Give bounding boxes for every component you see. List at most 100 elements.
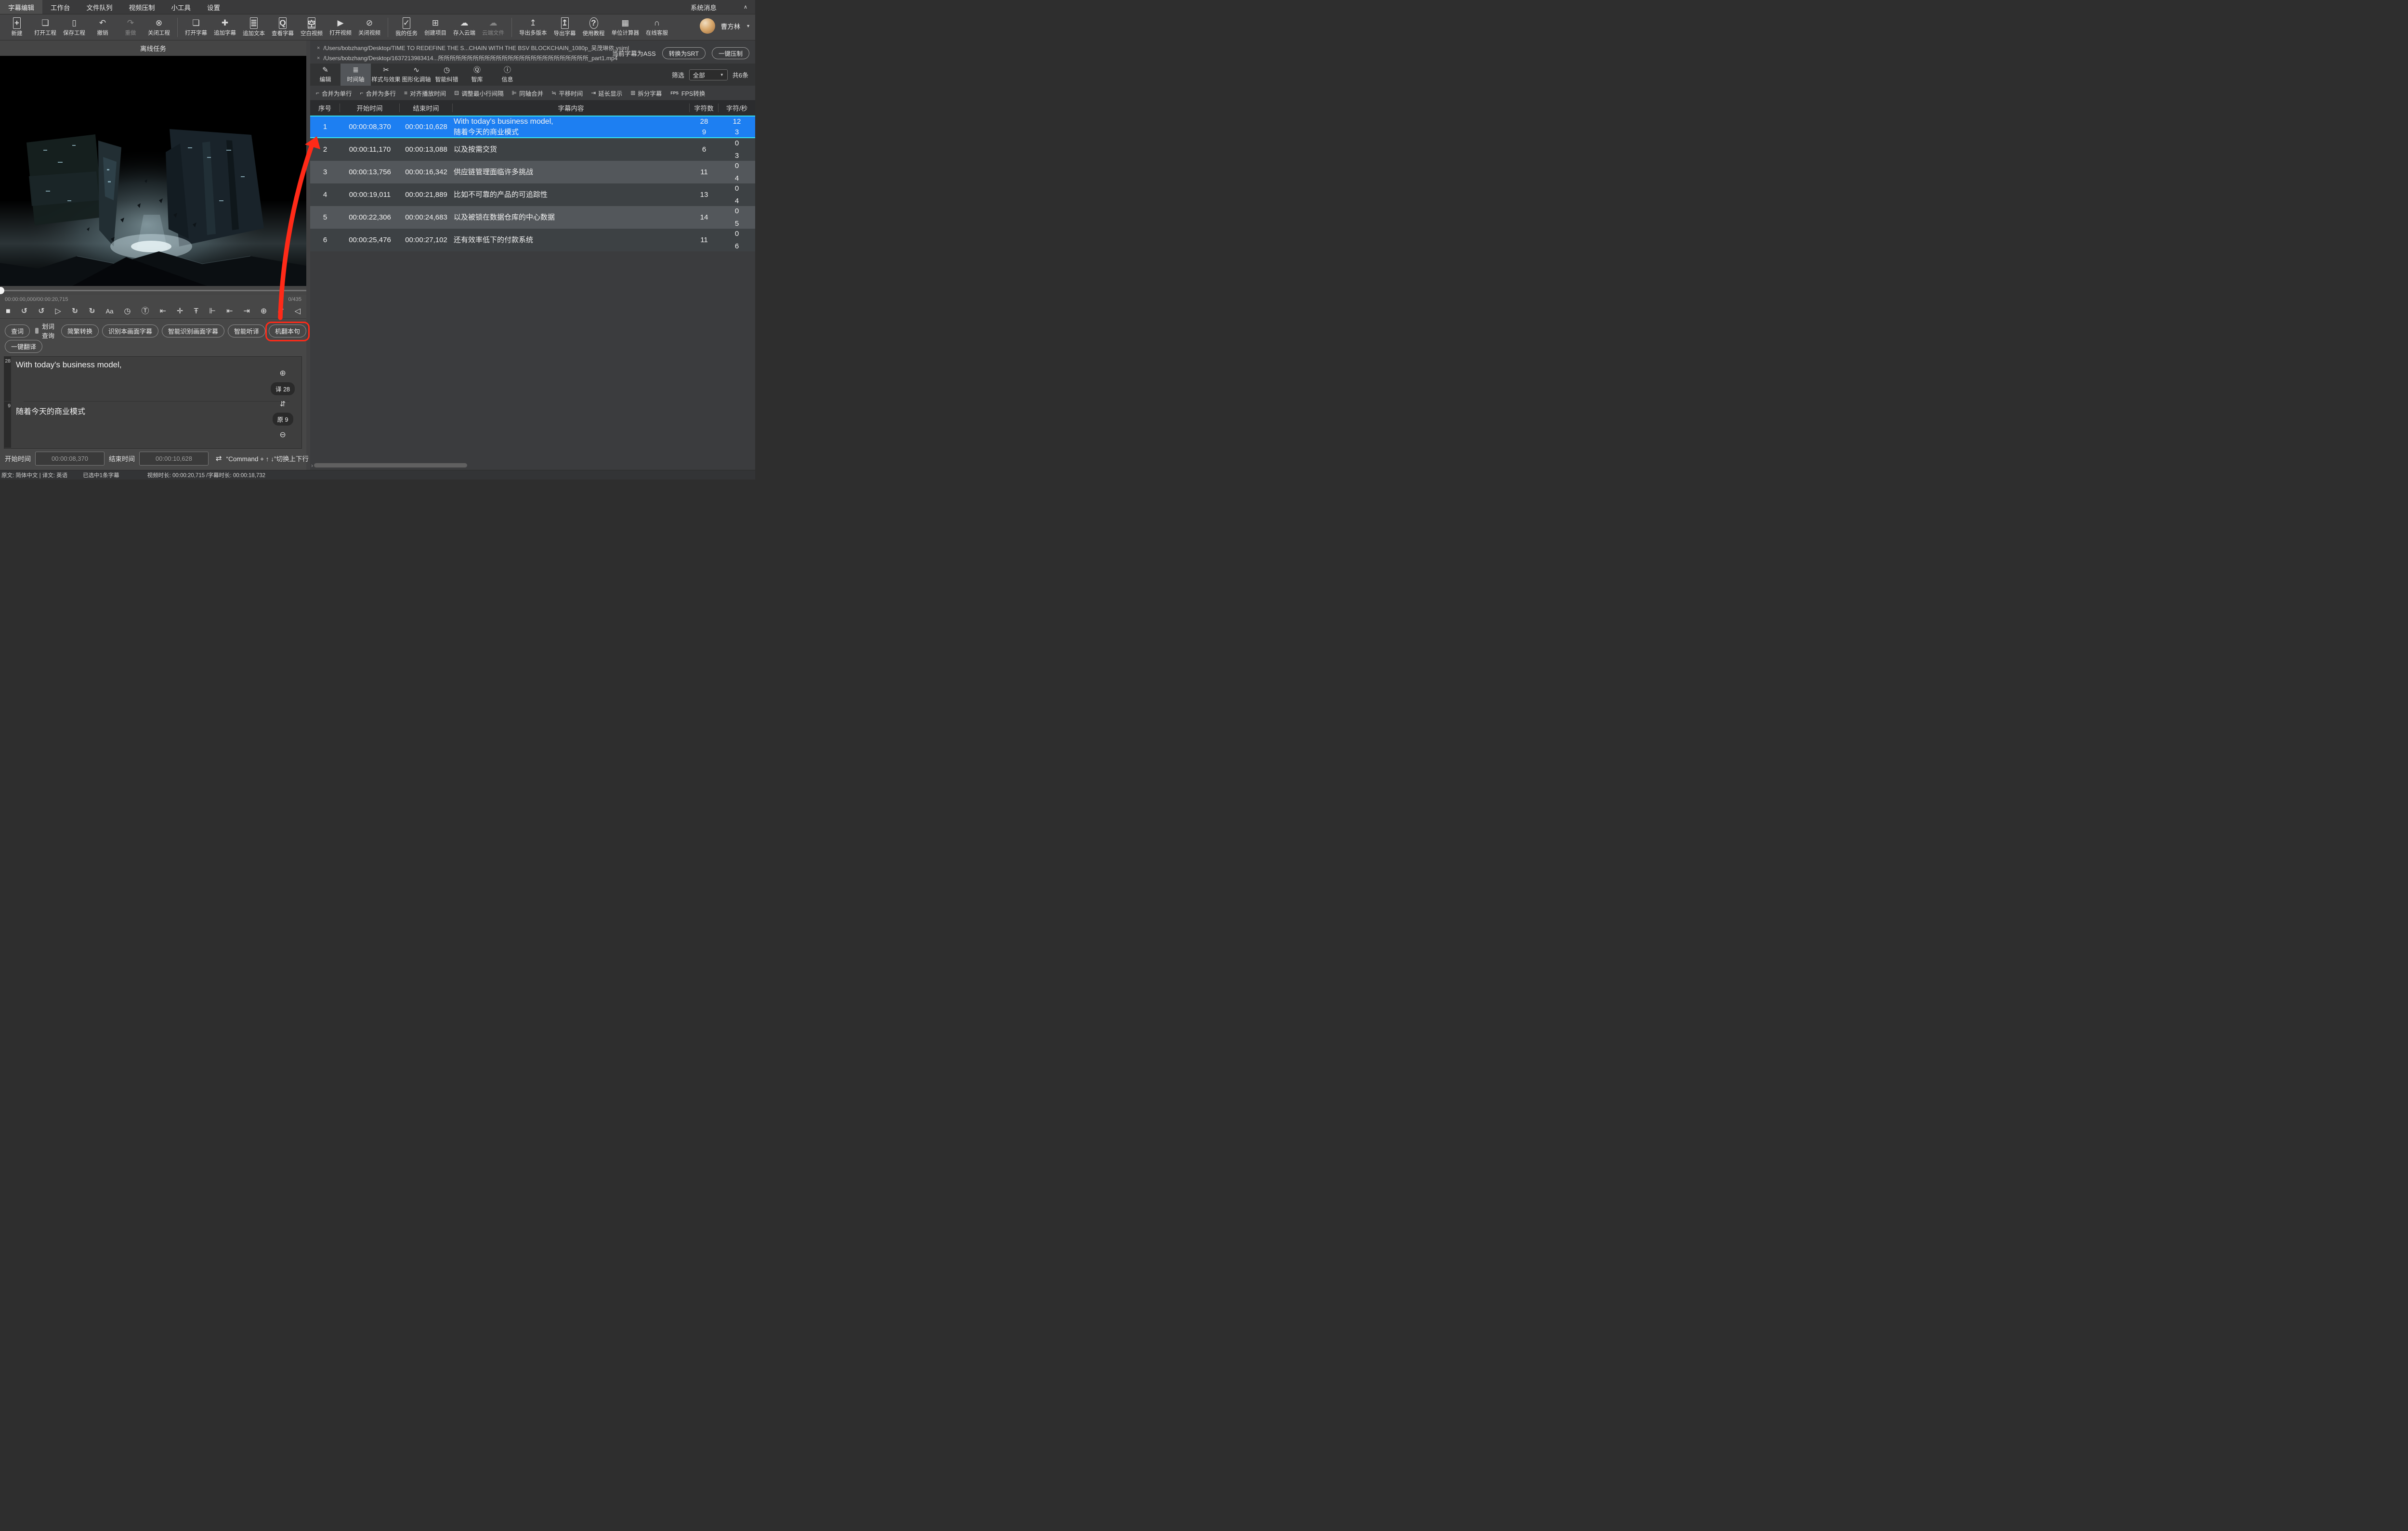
target-text[interactable]: 随着今天的商业模式 bbox=[11, 402, 90, 448]
op-coaxial[interactable]: ⊫同轴合并 bbox=[512, 89, 543, 98]
op-merge-single[interactable]: ⌐合并为单行 bbox=[316, 89, 352, 98]
table-row[interactable]: 100:00:08,37000:00:10,628With today's bu… bbox=[310, 116, 755, 138]
filter-select[interactable]: 全部 ▼ bbox=[689, 69, 728, 80]
avatar[interactable] bbox=[700, 18, 715, 34]
toolbar-button[interactable]: ≣追加文本 bbox=[239, 15, 268, 39]
one-click-compress-button[interactable]: 一键压制 bbox=[712, 47, 749, 59]
action-button[interactable]: 识别本画面字幕 bbox=[102, 324, 158, 337]
menu-item[interactable]: 设置 bbox=[199, 0, 228, 14]
horizontal-scrollbar[interactable] bbox=[310, 461, 755, 469]
toolbar-button[interactable]: +新建 bbox=[3, 15, 31, 39]
jump-prev-icon[interactable]: ⇤ bbox=[226, 308, 233, 315]
op-shift[interactable]: ≒平移时间 bbox=[551, 89, 583, 98]
toolbar-button[interactable]: ❏打开工程 bbox=[31, 15, 60, 39]
rewind-1s-icon[interactable]: ↺-1 bbox=[38, 308, 44, 315]
toolbar-button[interactable]: ∩在线客服 bbox=[642, 15, 671, 39]
op-merge-multi[interactable]: ⌐合并为多行 bbox=[360, 89, 396, 98]
locate-current-icon[interactable]: ⊕ bbox=[261, 308, 267, 315]
source-text[interactable]: With today's business model, bbox=[11, 357, 127, 401]
action-button[interactable]: 查词 bbox=[5, 324, 30, 337]
toolbar-button[interactable]: ?使用教程 bbox=[579, 15, 608, 39]
tab-pencil[interactable]: ✎编辑 bbox=[310, 64, 340, 86]
action-button[interactable]: 一键翻译 bbox=[5, 340, 42, 353]
toolbar-button[interactable]: 空空白视频 bbox=[297, 15, 326, 39]
tab-sliders[interactable]: ≣时间轴 bbox=[340, 64, 371, 86]
op-fps[interactable]: FPSFPS转换 bbox=[670, 89, 705, 98]
action-button[interactable]: 智能听译 bbox=[228, 324, 265, 337]
source-text-pane[interactable]: 28 With today's business model, bbox=[4, 357, 301, 401]
table-row[interactable]: 400:00:19,01100:00:21,889比如不可靠的产品的可追踪性13… bbox=[310, 183, 755, 206]
zoom-out-icon[interactable]: ⊖ bbox=[279, 430, 286, 440]
toolbar-button[interactable]: ▯保存工程 bbox=[60, 15, 89, 39]
toolbar-button[interactable]: ⊞创建项目 bbox=[421, 15, 450, 39]
rewind-3s-icon[interactable]: ↺-3 bbox=[21, 308, 27, 315]
seek-knob[interactable] bbox=[0, 287, 4, 294]
toolbar-button[interactable]: ☁云端文件 bbox=[479, 15, 508, 39]
menu-item[interactable]: 文件队列 bbox=[79, 0, 121, 14]
word-lookup-checkbox[interactable] bbox=[35, 328, 39, 334]
toolbar-button[interactable]: ▶打开视频 bbox=[326, 15, 355, 39]
table-row[interactable]: 300:00:13,75600:00:16,342供应链管理面临许多挑战1104 bbox=[310, 161, 755, 183]
original-count-badge[interactable]: 原 9 bbox=[273, 413, 293, 426]
action-button[interactable]: 机翻本句 bbox=[269, 324, 306, 337]
toolbar-button[interactable]: ⊘关闭视频 bbox=[355, 15, 384, 39]
target-text-pane[interactable]: 9 随着今天的商业模式 bbox=[4, 402, 301, 448]
toolbar-button[interactable]: ☁存入云端 bbox=[450, 15, 479, 39]
op-align-lines[interactable]: ≡对齐播放时间 bbox=[404, 89, 446, 98]
scrollbar-thumb[interactable] bbox=[314, 463, 467, 467]
toolbar-button[interactable]: ❏打开字幕 bbox=[182, 15, 210, 39]
move-subtitle-icon[interactable]: ✛ bbox=[177, 308, 183, 315]
menu-item[interactable]: 小工具 bbox=[163, 0, 199, 14]
toolbar-button[interactable]: ▦单位计算器 bbox=[608, 15, 643, 39]
user-chip[interactable]: 曹方林 ▼ bbox=[700, 18, 750, 34]
chevron-right-icon[interactable]: › bbox=[311, 462, 313, 469]
font-size-icon[interactable]: Aa bbox=[106, 308, 114, 314]
op-extend[interactable]: ⇥延长显示 bbox=[591, 89, 622, 98]
volume-icon[interactable]: ◁ bbox=[295, 308, 301, 315]
table-row[interactable]: 500:00:22,30600:00:24,683以及被锁在数据仓库的中心数据1… bbox=[310, 206, 755, 229]
toolbar-button[interactable]: ↥导出多版本 bbox=[516, 15, 550, 39]
tab-stopwatch[interactable]: ◷智能纠错 bbox=[432, 64, 462, 86]
start-time-input[interactable] bbox=[35, 452, 105, 466]
op-split[interactable]: ⊞拆分字幕 bbox=[630, 89, 662, 98]
swap-order-icon[interactable]: ⇵ bbox=[277, 308, 284, 315]
close-icon[interactable]: × bbox=[317, 45, 320, 51]
toolbar-button[interactable]: Q查看字幕 bbox=[268, 15, 297, 39]
convert-to-srt-button[interactable]: 转换为SRT bbox=[662, 47, 706, 59]
table-row[interactable]: 600:00:25,47600:00:27,102还有效率低下的付款系统1106 bbox=[310, 229, 755, 251]
toolbar-button[interactable]: ↥导出字幕 bbox=[550, 15, 579, 39]
jump-next-icon[interactable]: ⇥ bbox=[243, 308, 249, 315]
forward-1s-icon[interactable]: ↻+1 bbox=[72, 308, 78, 315]
stop-icon[interactable]: ■ bbox=[6, 308, 11, 315]
toolbar-button[interactable]: ↶撤销 bbox=[89, 15, 117, 39]
align-to-playhead-icon[interactable]: ⇤ bbox=[160, 308, 166, 315]
align-block-icon[interactable]: ⊩ bbox=[209, 308, 216, 315]
toolbar-button[interactable]: ⊗关闭工程 bbox=[144, 15, 173, 39]
menu-item[interactable]: 字幕编辑 bbox=[0, 0, 42, 14]
seek-track[interactable] bbox=[0, 290, 306, 291]
menu-item[interactable]: 视频压制 bbox=[121, 0, 163, 14]
action-button[interactable]: 简繁转换 bbox=[61, 324, 99, 337]
end-time-input[interactable] bbox=[139, 452, 209, 466]
table-row[interactable]: 200:00:11,17000:00:13,088以及按需交货603 bbox=[310, 138, 755, 161]
zoom-in-icon[interactable]: ⊕ bbox=[279, 368, 286, 378]
video-player[interactable] bbox=[0, 56, 306, 286]
toolbar-button[interactable]: ✚追加字幕 bbox=[210, 15, 239, 39]
shift-text-icon[interactable]: Ŧ bbox=[194, 308, 198, 315]
translation-count-badge[interactable]: 译 28 bbox=[271, 382, 295, 395]
chevron-up-icon[interactable]: ∧ bbox=[744, 4, 747, 10]
toolbar-button[interactable]: ✓我的任务 bbox=[392, 15, 421, 39]
tab-scissors[interactable]: ✂样式与效果 bbox=[371, 64, 401, 86]
tab-curve[interactable]: ∿图形化调轴 bbox=[401, 64, 432, 86]
action-button[interactable]: 智能识别画面字幕 bbox=[162, 324, 224, 337]
system-message[interactable]: 系统消息 ∧ bbox=[691, 0, 755, 14]
close-icon[interactable]: × bbox=[317, 55, 320, 61]
tab-bubble[interactable]: Ⓠ智库 bbox=[462, 64, 492, 86]
forward-3s-icon[interactable]: ↻+3 bbox=[89, 308, 95, 315]
play-icon[interactable]: ▷ bbox=[55, 308, 61, 315]
swap-vertical-icon[interactable]: ⇵ bbox=[280, 400, 286, 408]
op-min-gap[interactable]: ⊟调整最小行间隔 bbox=[454, 89, 504, 98]
caret-down-icon[interactable]: ▼ bbox=[746, 24, 750, 28]
seek-bar[interactable] bbox=[0, 286, 306, 295]
title-style-icon[interactable]: Ⓣ bbox=[141, 308, 149, 315]
